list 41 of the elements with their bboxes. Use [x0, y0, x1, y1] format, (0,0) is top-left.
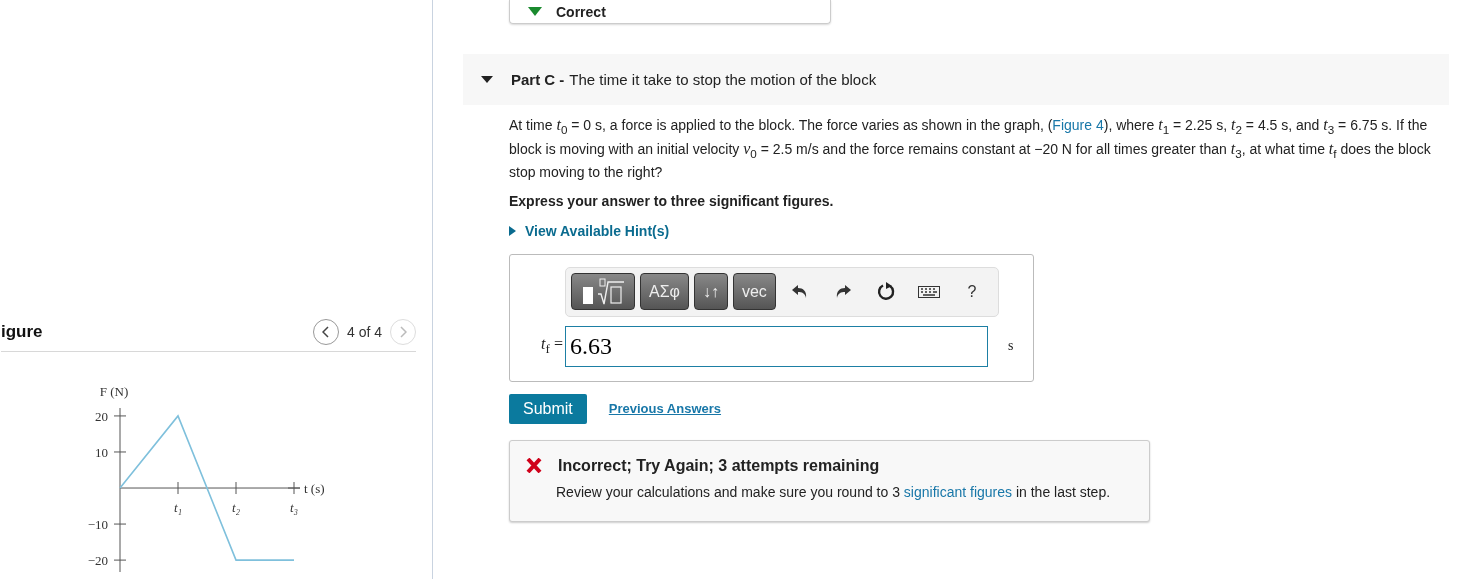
symbol-button[interactable]: ΑΣφ	[640, 273, 689, 311]
status-text: Correct	[556, 3, 606, 20]
question-text: At time t$_{0}$ = 0 s, a force is applied to the block. The force varies as shown in the graph, (Figure 4), where t$_{1}$ = 2.25 s, t$_{2}$ = 4.5 s, and t$_{3}$ = 6.75 s. If the block is moving with an initial velocity v$_{0}$ = 2.5 m/s and the force remains constant at −20 N for all times greater than t$_{3}$, at what time t$_{f}$ does the block stop moving to the right?	[509, 115, 1432, 182]
tick-label: −10	[87, 517, 108, 533]
tick-label: −20	[87, 553, 108, 569]
figure-title: igure	[1, 322, 43, 342]
keyboard-icon	[917, 285, 940, 298]
chevron-left-icon	[321, 326, 330, 338]
redo-icon	[834, 284, 851, 299]
unit-label: s	[1008, 338, 1014, 355]
tick-label: t₃	[289, 500, 299, 515]
answer-label: t$_{f}$ =	[540, 335, 564, 358]
previous-answers-link[interactable]: Previous Answers	[608, 401, 722, 417]
help-button[interactable]: ?	[952, 273, 991, 311]
page-counter: 4 of 4	[346, 324, 382, 340]
answer-field[interactable]: 6.63	[565, 325, 988, 367]
tick-label: 20	[95, 408, 108, 424]
part-header[interactable]: Part C - The time it take to stop the motion of the block	[463, 54, 1449, 105]
caret-icon[interactable]	[481, 75, 493, 84]
symbol-button[interactable]: vec	[732, 273, 776, 311]
figure-link[interactable]: Figure 4	[1052, 117, 1104, 133]
undo-icon	[791, 284, 808, 299]
hint-link[interactable]: View Available Hint(s)	[525, 222, 670, 239]
part-title: The time it take to stop the motion of the block	[569, 71, 877, 88]
previous-button[interactable]	[312, 319, 339, 345]
submit-button[interactable]: Submit	[509, 393, 587, 424]
check-icon	[528, 6, 542, 17]
axis-label: t (s)	[304, 481, 325, 496]
instruction-text: Express your answer to three significant figures.	[509, 192, 835, 209]
tick-label: 10	[95, 444, 108, 460]
tick-label: t₁	[173, 500, 183, 515]
template-button[interactable]	[571, 273, 635, 311]
tick-label: t₂	[231, 500, 241, 515]
reset-icon	[875, 281, 896, 302]
chevron-right-icon	[399, 326, 407, 338]
axis-label: F (N)	[99, 384, 129, 399]
feedback-title: Incorrect; Try Again; 3 attempts remaining	[558, 456, 880, 475]
glossary-link[interactable]: significant figures	[903, 483, 1013, 500]
feedback-message: Review your calculations and make sure you round to 3 significant figures in the last step.	[556, 483, 1112, 500]
symbol-button[interactable]: ↓↑	[693, 273, 728, 311]
part-label: Part C -	[511, 71, 565, 88]
